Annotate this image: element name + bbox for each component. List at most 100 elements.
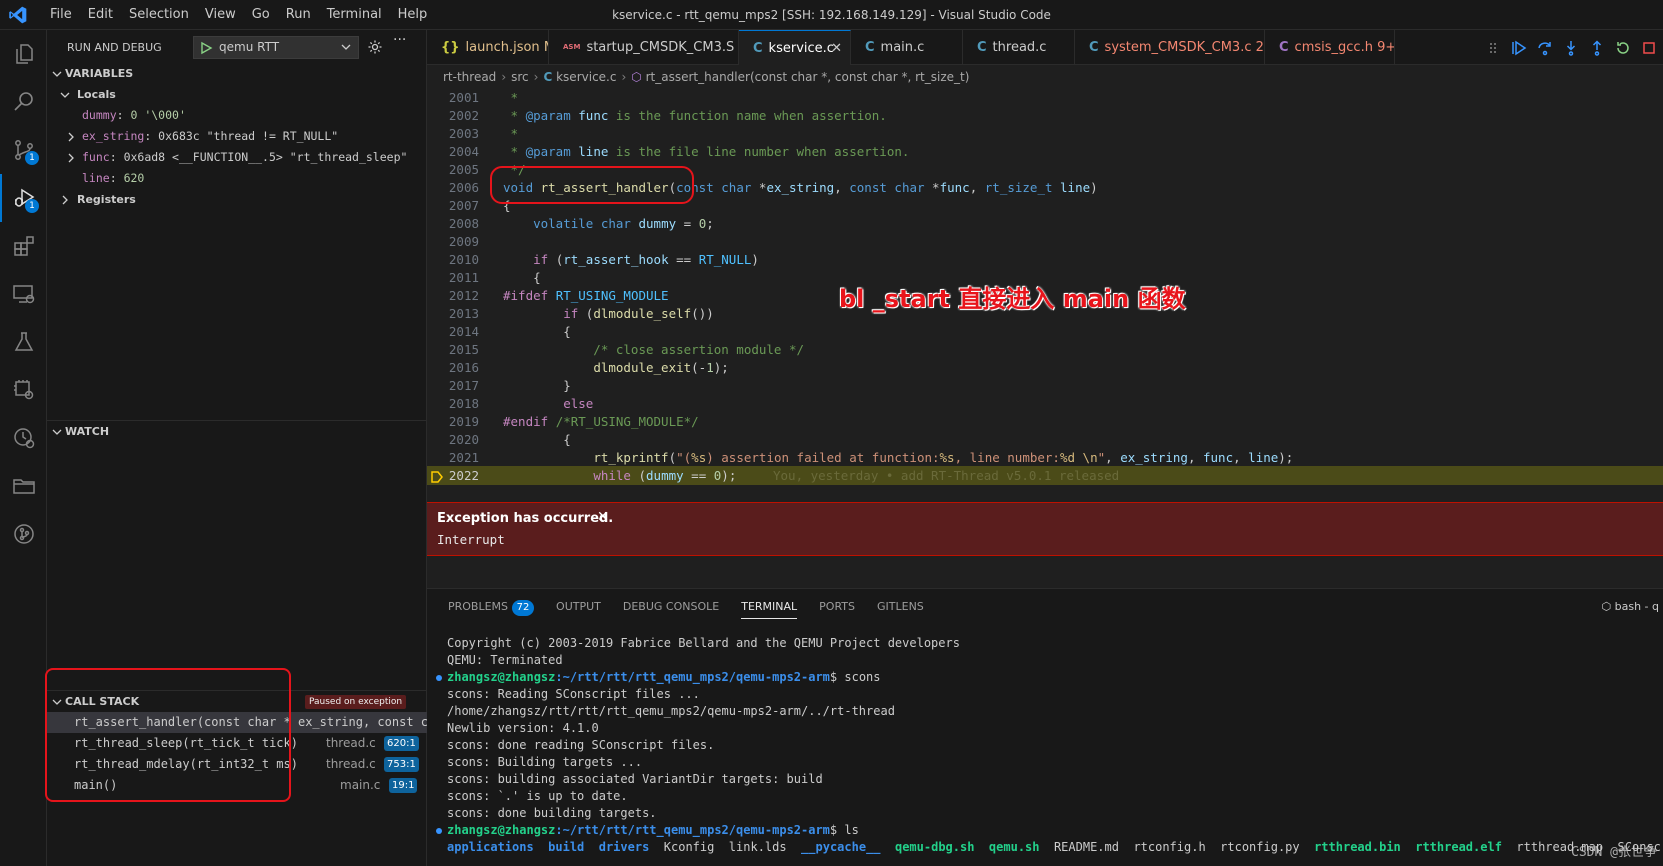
tab-debug-console[interactable]: DEBUG CONSOLE	[612, 589, 730, 625]
timeline-activity[interactable]	[0, 414, 47, 462]
code-text: * @param line is the file line number wh…	[503, 144, 910, 159]
registers-label: Registers	[77, 193, 136, 206]
menu-file[interactable]: File	[42, 0, 80, 30]
run-debug-activity[interactable]: 1	[0, 174, 47, 222]
breadcrumb-item[interactable]: src	[511, 70, 529, 84]
chevron-right-icon	[68, 153, 74, 163]
variables-section-header[interactable]: VARIABLES	[47, 63, 427, 85]
menu-view[interactable]: View	[197, 0, 244, 30]
tab-cmsis-gcc-h[interactable]: Ccmsis_gcc.h 9+	[1265, 30, 1395, 65]
line-number[interactable]: 2010	[427, 250, 479, 269]
git-blame-annotation: You, yesterday • add RT-Thread v5.0.1 re…	[773, 468, 1120, 483]
line-number[interactable]: 2001	[427, 88, 479, 107]
line-number[interactable]: 2004	[427, 142, 479, 161]
tab-kservice-c[interactable]: Ckservice.c ✕	[739, 30, 851, 65]
breadcrumb: rt-thread › src › C kservice.c › ⬡ rt_assert_h…	[443, 70, 970, 84]
drag-handle-icon[interactable]	[1484, 39, 1502, 57]
menu-run[interactable]: Run	[278, 0, 319, 30]
extensions-activity[interactable]	[0, 222, 47, 270]
gear-icon[interactable]	[367, 39, 383, 55]
locals-scope[interactable]: Locals	[47, 84, 427, 105]
stack-frame[interactable]: rt_thread_mdelay(rt_int32_t ms) thread.c…	[47, 754, 427, 775]
variable-row[interactable]: ex_string: 0x683c "thread != RT_NULL"	[47, 126, 427, 147]
line-number[interactable]: 2006	[427, 178, 479, 197]
stack-frame[interactable]: rt_assert_handler(const char * ex_string…	[47, 712, 427, 733]
code-line: 2001 *	[427, 88, 1663, 107]
line-number[interactable]: 2002	[427, 106, 479, 125]
c-file-icon: C	[753, 41, 763, 56]
tab-system-cmsdk[interactable]: Csystem_CMSDK_CM3.c 2	[1075, 30, 1265, 65]
folders-activity[interactable]	[0, 462, 47, 510]
code-text: /* close assertion module */	[503, 342, 805, 357]
step-out-icon[interactable]	[1588, 39, 1606, 57]
menu-terminal[interactable]: Terminal	[319, 0, 390, 30]
line-number[interactable]: 2020	[427, 430, 479, 449]
code-line: 2003 *	[427, 124, 1663, 143]
device-manager-activity[interactable]	[0, 366, 47, 414]
breadcrumb-item[interactable]: rt_assert_handler(const char *, const ch…	[646, 70, 970, 84]
stop-icon[interactable]	[1640, 39, 1658, 57]
close-icon[interactable]: ✕	[597, 509, 609, 525]
stack-frame-position: 620:1	[384, 736, 419, 751]
registers-scope[interactable]: Registers	[47, 189, 427, 210]
line-number[interactable]: 2014	[427, 322, 479, 341]
breadcrumb-item[interactable]: rt-thread	[443, 70, 496, 84]
launch-config-select[interactable]: qemu RTT	[193, 36, 359, 59]
terminal-instance-select[interactable]: ⬡ bash - q	[1602, 600, 1659, 613]
close-icon[interactable]: ✕	[831, 31, 842, 65]
line-number[interactable]: 2009	[427, 232, 479, 251]
menu-selection[interactable]: Selection	[121, 0, 197, 30]
line-number[interactable]: 2017	[427, 376, 479, 395]
line-number[interactable]: 2003	[427, 124, 479, 143]
start-debugging-icon[interactable]	[199, 41, 213, 55]
tab-terminal[interactable]: TERMINAL	[730, 589, 808, 625]
search-activity[interactable]	[0, 78, 47, 126]
line-number[interactable]: 2011	[427, 268, 479, 287]
code-text: volatile char dummy = 0;	[533, 216, 714, 231]
line-number[interactable]: 2015	[427, 340, 479, 359]
step-into-icon[interactable]	[1562, 39, 1580, 57]
line-number[interactable]: 2012	[427, 286, 479, 305]
tab-ports[interactable]: PORTS	[808, 589, 866, 625]
line-number[interactable]: 2013	[427, 304, 479, 323]
tab-gitlens[interactable]: GITLENS	[866, 589, 935, 625]
testing-activity[interactable]	[0, 318, 47, 366]
tab-startup-s[interactable]: ASM startup_CMSDK_CM3.S	[549, 30, 739, 65]
stack-frame[interactable]: main() main.c 19:1	[47, 775, 427, 796]
prompt-path: :~/rtt/rtt/rtt_qemu_mps2/qemu-mps2-arm	[555, 823, 830, 837]
breadcrumb-item[interactable]: kservice.c	[556, 70, 616, 84]
code-text: else	[563, 396, 594, 411]
watch-section-header[interactable]: WATCH	[47, 420, 427, 442]
line-number[interactable]: 2005	[427, 160, 479, 179]
line-number[interactable]: 2019	[427, 412, 479, 431]
menu-go[interactable]: Go	[244, 0, 278, 30]
source-control-activity[interactable]: 1	[0, 126, 47, 174]
more-actions-icon[interactable]: ···	[393, 32, 406, 48]
variable-row[interactable]: func: 0x6ad8 <__FUNCTION__.5> "rt_thread…	[47, 147, 427, 168]
problems-count-badge: 72	[512, 600, 535, 616]
tab-launch-json[interactable]: {}launch.json M	[427, 30, 549, 65]
line-number[interactable]: 2007	[427, 196, 479, 215]
gitlens-activity[interactable]	[0, 510, 47, 558]
explorer-activity[interactable]	[0, 30, 47, 78]
menu-edit[interactable]: Edit	[80, 0, 121, 30]
remote-explorer-activity[interactable]	[0, 270, 47, 318]
tab-thread-c[interactable]: Cthread.c	[963, 30, 1075, 65]
line-number[interactable]: 2016	[427, 358, 479, 377]
step-over-icon[interactable]	[1536, 39, 1554, 57]
tab-problems[interactable]: PROBLEMS 72	[437, 589, 545, 625]
line-number[interactable]: 2008	[427, 214, 479, 233]
menu-help[interactable]: Help	[390, 0, 436, 30]
stack-frame[interactable]: rt_thread_sleep(rt_tick_t tick) thread.c…	[47, 733, 427, 754]
terminal-ls-output: applications build drivers Kconfig link.…	[447, 839, 1663, 856]
variable-row[interactable]: dummy: 0 '\000'	[47, 105, 427, 126]
tab-main-c[interactable]: Cmain.c	[851, 30, 963, 65]
line-number[interactable]: 2021	[427, 448, 479, 467]
terminal-prompt-line: zhangsz@zhangsz:~/rtt/rtt/rtt_qemu_mps2/…	[436, 822, 859, 839]
line-number[interactable]: 2018	[427, 394, 479, 413]
continue-icon[interactable]	[1510, 39, 1528, 57]
restart-icon[interactable]	[1614, 39, 1632, 57]
tab-output[interactable]: OUTPUT	[545, 589, 612, 625]
terminal-line: scons: done reading SConscript files.	[447, 738, 715, 752]
variable-row[interactable]: line: 620	[47, 168, 427, 189]
